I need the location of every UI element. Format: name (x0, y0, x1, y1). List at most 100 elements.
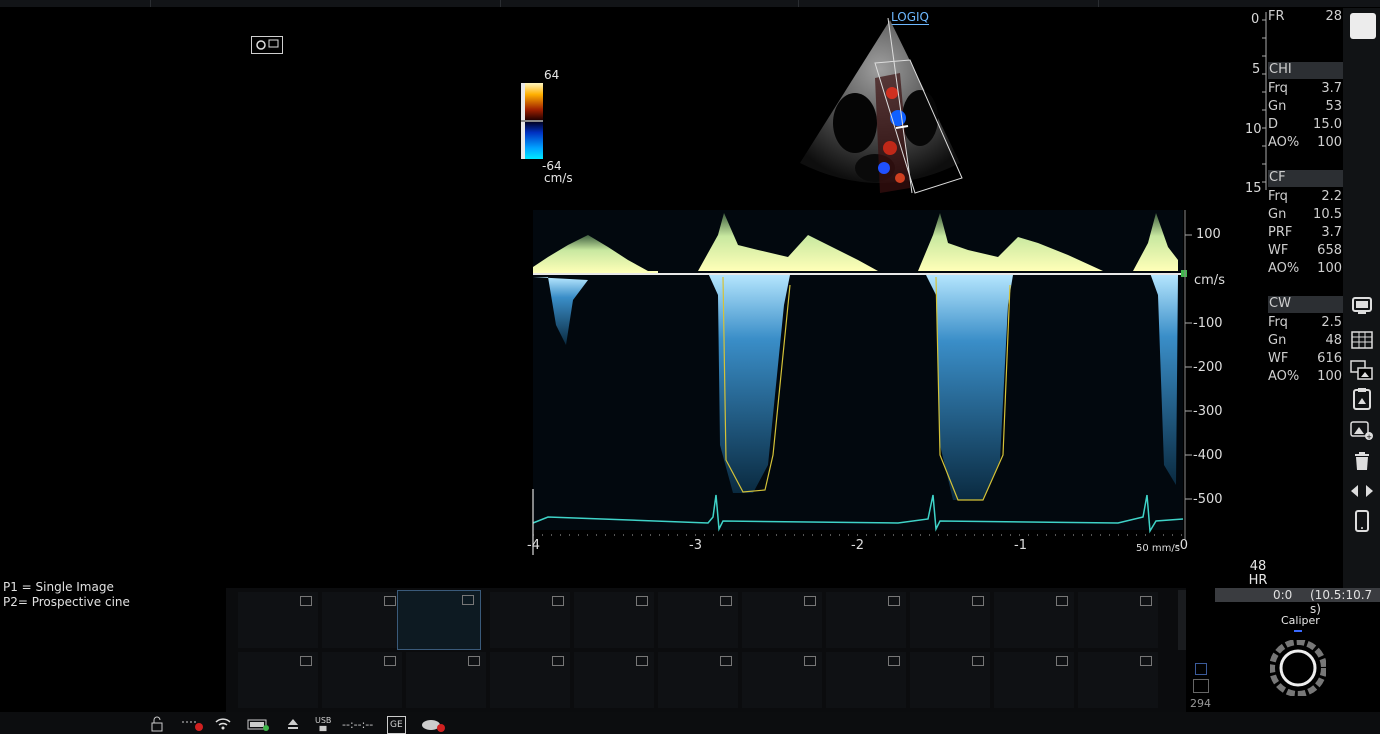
doppler-spectrum (532, 210, 1192, 555)
page-indicator-icon[interactable] (1195, 663, 1207, 675)
thumbnail[interactable] (1078, 652, 1158, 708)
cine-range: (10.5:10.7 s) (1310, 588, 1373, 616)
thumbnail[interactable] (658, 592, 738, 648)
thumbnail[interactable] (238, 652, 318, 708)
thumbnail[interactable] (574, 592, 654, 648)
thumbnail[interactable] (1078, 592, 1158, 648)
trash-icon[interactable] (1348, 448, 1376, 474)
cf-header: CF (1268, 170, 1344, 187)
thumbnail-selected[interactable] (397, 590, 481, 650)
battery-icon (247, 716, 271, 732)
monitor-icon[interactable] (1348, 293, 1376, 319)
sweep-speed: 50 mm/s (1136, 543, 1180, 554)
thumbnail[interactable] (826, 652, 906, 708)
image-count: 294 (1190, 697, 1211, 710)
wifi-icon (214, 716, 232, 732)
cf-frq-label: Frq (1268, 189, 1288, 204)
cf-frq-value: 2.2 (1321, 189, 1342, 204)
grid-icon[interactable] (1348, 327, 1376, 353)
cloud-warning-icon (420, 716, 446, 732)
y-tick-100: 100 (1196, 227, 1221, 242)
y-tick-m300: -300 (1193, 404, 1223, 419)
thumbnail[interactable] (910, 592, 990, 648)
cw-ao-label: AO% (1268, 369, 1300, 384)
eject-icon (285, 716, 301, 732)
thumbnail[interactable] (994, 652, 1074, 708)
y-tick-m500: -500 (1193, 492, 1223, 507)
cw-frq-value: 2.5 (1321, 315, 1342, 330)
hr-value: 48 (1249, 559, 1267, 574)
probe-orientation-icon (251, 36, 283, 54)
caliper-indicator (1294, 630, 1302, 632)
x-tick-m2: -2 (851, 538, 864, 553)
thumbnail[interactable] (826, 592, 906, 648)
thumbnail[interactable] (742, 652, 822, 708)
lock-icon (150, 716, 164, 732)
thumbnail[interactable] (322, 592, 402, 648)
thumbnail[interactable] (490, 652, 570, 708)
sector-ultrasound-image (800, 18, 963, 194)
status-bar (0, 712, 1380, 734)
image-compare-icon[interactable] (1348, 357, 1376, 383)
thumbnail[interactable] (490, 592, 570, 648)
colorbar-max: 64 (544, 68, 560, 82)
x-tick-m3: -3 (689, 538, 702, 553)
x-tick-m1: -1 (1014, 538, 1027, 553)
cw-wf-label: WF (1268, 351, 1289, 366)
hr-label: HR (1248, 573, 1268, 588)
page-indicator-icon[interactable] (1193, 679, 1209, 693)
cw-ao-value: 100 (1317, 369, 1342, 384)
cf-wf-value: 658 (1317, 243, 1342, 258)
cf-wf-label: WF (1268, 243, 1289, 258)
x-tick-m4: -4 (527, 538, 540, 553)
thumbnail[interactable] (658, 652, 738, 708)
cw-header: CW (1268, 296, 1344, 313)
fr-row: FR 28 (1250, 9, 1342, 27)
cw-wf-value: 616 (1317, 351, 1342, 366)
add-image-icon[interactable]: + (1348, 417, 1376, 443)
y-tick-m400: -400 (1193, 448, 1223, 463)
chi-d-label: D (1268, 117, 1279, 132)
thumbnail[interactable] (742, 592, 822, 648)
thumbnail[interactable] (574, 652, 654, 708)
fr-value: 28 (1325, 9, 1342, 24)
clipboard-thumbnails (226, 588, 1186, 712)
y-axis-unit: cm/s (1194, 273, 1225, 288)
caliper-label: Caliper (1281, 614, 1320, 627)
thumbnail[interactable] (322, 652, 402, 708)
clipboard-icon[interactable] (1348, 386, 1376, 412)
mobile-icon[interactable] (1348, 508, 1376, 534)
color-velocity-bar (521, 83, 543, 159)
cw-gn-label: Gn (1268, 333, 1287, 348)
thumbnail[interactable] (910, 652, 990, 708)
thumbnail[interactable] (238, 592, 318, 648)
fr-label: FR (1268, 9, 1285, 24)
chi-header: CHI (1268, 62, 1344, 79)
cf-gn-value: 10.5 (1313, 207, 1342, 222)
p1-info: P1 = Single Image (3, 580, 114, 594)
svg-text:+: + (1366, 433, 1372, 441)
cw-frq-label: Frq (1268, 315, 1288, 330)
menu-button[interactable] (1350, 13, 1376, 39)
chi-ao-label: AO% (1268, 135, 1300, 150)
prev-next-icon[interactable] (1348, 478, 1376, 504)
caliper-knob[interactable] (1270, 640, 1326, 696)
cw-gn-value: 48 (1325, 333, 1342, 348)
cf-prf-value: 3.7 (1321, 225, 1342, 240)
thumbnail-scrollbar[interactable] (1178, 590, 1186, 650)
chi-frq-value: 3.7 (1321, 81, 1342, 96)
colorbar-unit: cm/s (544, 171, 573, 185)
cf-ao-value: 100 (1317, 261, 1342, 276)
chi-frq-label: Frq (1268, 81, 1288, 96)
chi-gn-value: 53 (1325, 99, 1342, 114)
cine-position: 0:0 (1273, 588, 1293, 602)
thumbnail[interactable] (406, 652, 486, 708)
y-tick-m200: -200 (1193, 360, 1223, 375)
chi-d-value: 15.0 (1313, 117, 1342, 132)
thumbnail[interactable] (994, 592, 1074, 648)
cine-range-bar[interactable]: 0:0 (10.5:10.7 s) (1215, 588, 1380, 616)
cf-gn-label: Gn (1268, 207, 1287, 222)
usb-label: USB (315, 716, 332, 725)
usb-icon: USB (315, 716, 331, 732)
clock: --:--:-- (342, 717, 374, 731)
